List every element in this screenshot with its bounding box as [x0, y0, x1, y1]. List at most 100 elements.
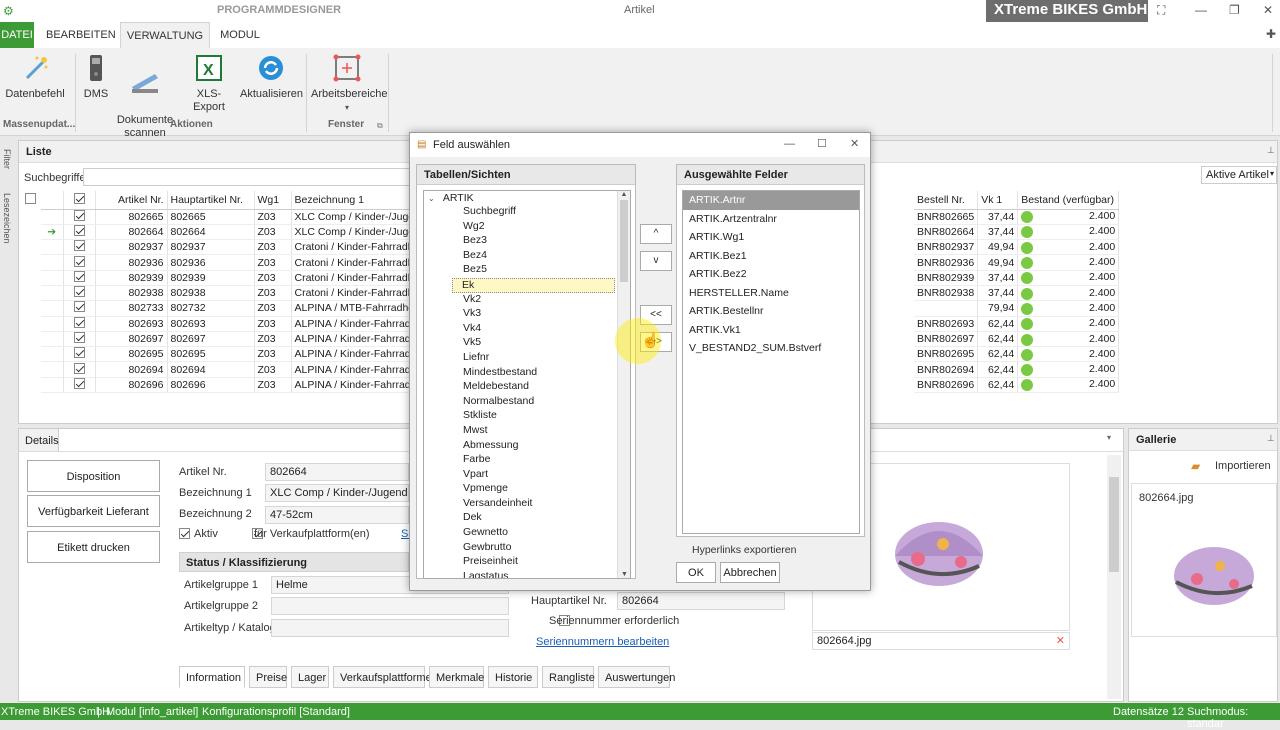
move-down-button[interactable]: v — [640, 251, 672, 271]
tab-verwaltung[interactable]: VERWALTUNG — [120, 22, 210, 48]
row-checkbox[interactable] — [73, 255, 85, 267]
selected-field-item[interactable]: ARTIK.Bez2 — [683, 265, 859, 284]
field-item[interactable]: Vk4 — [424, 322, 630, 337]
search-input[interactable] — [83, 168, 423, 186]
row-checkbox[interactable] — [73, 301, 85, 313]
row-checkbox[interactable] — [73, 332, 85, 344]
details-scrollbar[interactable] — [1107, 455, 1121, 699]
artikelgruppe2-field[interactable] — [271, 597, 509, 615]
pin-icon[interactable]: ⊥ — [1267, 433, 1275, 444]
disposition-button[interactable]: Disposition — [27, 460, 160, 492]
artikeltyp-field[interactable] — [271, 619, 509, 637]
selected-field-item[interactable]: V_BESTAND2_SUM.Bstverf — [683, 339, 859, 358]
field-item[interactable]: Farbe — [424, 453, 630, 468]
selected-field-item[interactable]: ARTIK.Bestellnr — [683, 302, 859, 321]
article-filter-select[interactable]: Aktive Artikel ▾ — [1201, 166, 1277, 184]
field-item[interactable]: Bez4 — [424, 249, 630, 264]
scrollbar-thumb[interactable] — [1109, 477, 1119, 572]
field-item[interactable]: Suchbegriff — [424, 205, 630, 220]
field-item[interactable]: Bez3 — [424, 234, 630, 249]
table-row[interactable]: 802733 802732 Z03 ALPINA / MTB-Fahrradhe — [23, 300, 421, 317]
fullscreen-icon[interactable]: ⛶ — [1157, 3, 1165, 18]
field-tree[interactable]: ⌄ ARTIK Suchbegriff Wg2 Bez3 Bez4 Bez5 Ek Vk2 V… — [423, 190, 631, 579]
row-checkbox[interactable] — [73, 270, 85, 282]
tab-bearbeiten[interactable]: BEARBEITEN — [46, 22, 116, 48]
table-row[interactable]: 802695 802695 Z03 ALPINA / Kinder-Fahrradh — [23, 346, 421, 363]
bezeichnung1-field[interactable]: XLC Comp / Kinder-/Jugendhelm — [265, 484, 409, 502]
row-checkbox[interactable] — [73, 286, 85, 298]
field-item[interactable]: Gewnetto — [424, 526, 630, 541]
table-row[interactable]: BNR802693 62,44 2.400 — [914, 316, 1120, 332]
field-item[interactable]: Normalbestand — [424, 395, 630, 410]
details-tab-verkaufsplattformen[interactable]: Verkaufsplattformen — [333, 666, 438, 688]
dialog-launcher-icon[interactable]: ⧉ — [377, 121, 383, 131]
col-hauptartikel[interactable]: Hauptartikel Nr. — [167, 191, 255, 210]
selected-field-item[interactable]: ARTIK.Vk1 — [683, 321, 859, 340]
row-checkbox[interactable] — [73, 316, 85, 328]
minimize-icon[interactable]: — — [784, 138, 795, 150]
gallery-item[interactable]: 802664.jpg — [1131, 483, 1277, 637]
row-checkbox[interactable] — [73, 362, 85, 374]
table-row[interactable]: 802937 802937 Z03 Cratoni / Kinder-Fahrradh — [23, 239, 421, 256]
table-row[interactable]: 802938 802938 Z03 Cratoni / Kinder-Fahrradh — [23, 285, 421, 302]
tab-modul[interactable]: MODUL — [216, 22, 264, 48]
artikelnr-field[interactable]: 802664 — [265, 463, 409, 481]
row-checkbox[interactable] — [73, 224, 85, 236]
col-bestellnr[interactable]: Bestell Nr. — [914, 191, 979, 210]
table-row[interactable]: BNR802664 37,44 2.400 — [914, 224, 1120, 241]
hauptartikel-field[interactable]: 802664 — [617, 592, 785, 610]
table-row[interactable]: BNR802939 37,44 2.400 — [914, 270, 1120, 286]
field-item[interactable]: Mwst — [424, 424, 630, 439]
col-artikelnr[interactable]: Artikel Nr. — [95, 191, 168, 210]
tree-node-artik[interactable]: ⌄ ARTIK — [424, 191, 630, 205]
field-item[interactable]: Vk3 — [424, 307, 630, 322]
minimize-icon[interactable]: — — [1195, 3, 1207, 17]
scrollbar-thumb[interactable] — [620, 200, 628, 282]
bezeichnung2-field[interactable]: 47-52cm — [265, 506, 409, 524]
column-check-header[interactable] — [73, 192, 85, 204]
close-icon[interactable]: ✕ — [1263, 3, 1273, 17]
field-item[interactable]: Ek — [452, 277, 615, 293]
selected-field-item[interactable]: ARTIK.Bez1 — [683, 247, 859, 266]
selected-fields-list[interactable]: ARTIK.Artnr ARTIK.Artzentralnr ARTIK.Wg1 AR… — [682, 190, 860, 534]
table-row[interactable]: BNR802665 37,44 2.400 — [914, 209, 1120, 225]
field-item[interactable]: Wg2 — [424, 220, 630, 235]
scroll-down-icon[interactable]: ▼ — [618, 571, 630, 578]
col-bezeichnung[interactable]: Bezeichnung 1 — [291, 191, 421, 210]
field-item[interactable]: Bez5 — [424, 263, 630, 278]
ok-button[interactable]: OK — [676, 562, 716, 583]
table-row[interactable]: 802694 802694 Z03 ALPINA / Kinder-Fahrradh — [23, 361, 421, 378]
expand-icon[interactable]: ⌄ — [428, 194, 435, 203]
pin-icon[interactable]: ✚ — [1266, 27, 1276, 41]
tree-scrollbar[interactable]: ▲ ▼ — [617, 191, 630, 578]
pin-icon[interactable]: ⊥ — [1267, 145, 1275, 156]
abbrechen-button[interactable]: Abbrechen — [720, 562, 780, 583]
seriennummern-link[interactable]: Seriennummern bearbeiten — [536, 636, 669, 648]
select-all-checkbox[interactable] — [25, 193, 36, 204]
verfuegbarkeit-lieferant-button[interactable]: Verfügbarkeit Lieferant — [27, 495, 160, 527]
table-row[interactable]: 802697 802697 Z03 ALPINA / Kinder-Fahrradh — [23, 331, 421, 348]
datenbefehl-button[interactable]: Datenbefehl — [4, 52, 66, 101]
app-icon[interactable]: ⚙ — [3, 4, 14, 18]
field-item[interactable]: Vk2 — [424, 293, 630, 308]
field-item[interactable]: Mindestbestand — [424, 366, 630, 381]
details-tab-preise[interactable]: Preise — [249, 666, 287, 688]
tab-datei[interactable]: DATEI — [0, 22, 34, 48]
maximize-icon[interactable]: ❐ — [1229, 3, 1240, 17]
table-row[interactable]: 802939 802939 Z03 Cratoni / Kinder-Fahrradh — [23, 270, 421, 286]
col-wg1[interactable]: Wg1 — [254, 191, 292, 210]
field-item[interactable]: Preiseinheit — [424, 555, 630, 570]
scroll-up-icon[interactable]: ▲ — [618, 191, 630, 198]
table-row[interactable]: 802693 802693 Z03 ALPINA / Kinder-Fahrradh — [23, 316, 421, 332]
row-checkbox[interactable] — [73, 209, 85, 221]
field-item[interactable]: Dek — [424, 511, 630, 526]
table-row[interactable]: BNR802696 62,44 2.400 — [914, 377, 1120, 394]
table-row[interactable]: ➔ 802664 802664 Z03 XLC Comp / Kinder-/Juge — [23, 224, 421, 241]
table-row[interactable]: BNR802937 49,94 2.400 — [914, 239, 1120, 256]
table-row[interactable]: BNR802938 37,44 2.400 — [914, 285, 1120, 302]
importieren-button[interactable]: Importieren — [1215, 460, 1271, 472]
table-row[interactable]: 802665 802665 Z03 XLC Comp / Kinder-/Juge — [23, 209, 421, 225]
table-row[interactable]: BNR802697 62,44 2.400 — [914, 331, 1120, 348]
col-vk1[interactable]: Vk 1 — [977, 191, 1019, 210]
details-tab-merkmale[interactable]: Merkmale — [429, 666, 484, 688]
